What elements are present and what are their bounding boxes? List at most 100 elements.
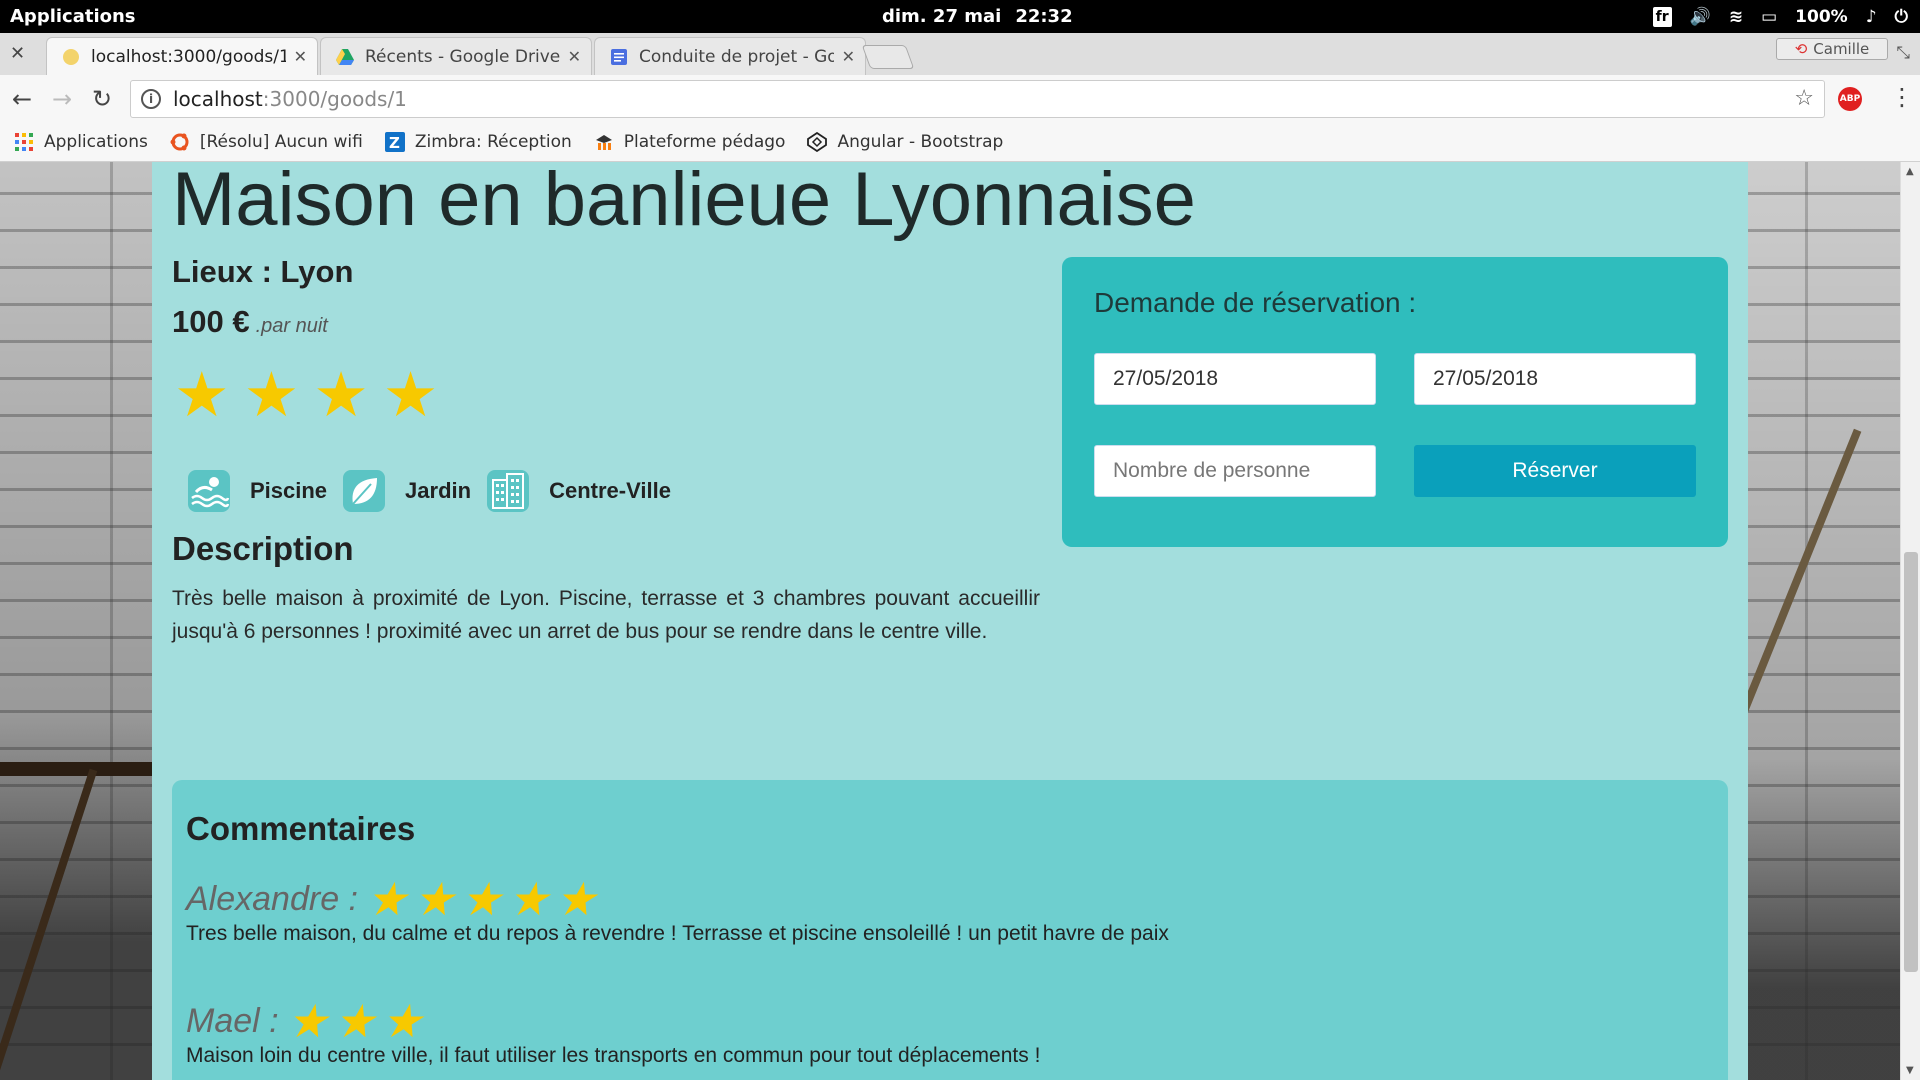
- browser-menu-icon[interactable]: ⋮: [1890, 83, 1914, 111]
- page-viewport: Maison en banlieue Lyonnaise Lieux : Lyo…: [0, 162, 1900, 1080]
- tab-title: localhost:3000/goods/1: [91, 46, 286, 67]
- price-amount: 100 €: [172, 304, 250, 339]
- svg-text:Z: Z: [389, 134, 400, 152]
- amenities-list: Piscine Jardin Centre-Ville: [188, 470, 687, 512]
- system-top-bar: Applications dim. 27 mai 22:32 fr 🔊 ≋ ▭ 1…: [0, 0, 1920, 33]
- bookmark-label: Zimbra: Réception: [414, 132, 572, 152]
- browser-tab-strip: ✕ localhost:3000/goods/1 ✕ Récents - Goo…: [0, 33, 1920, 75]
- bookmark-label: [Résolu] Aucun wifi: [199, 132, 363, 152]
- browser-toolbar: ← → ↻ i localhost:3000/goods/1 ☆ ABP ⋮: [0, 75, 1920, 123]
- star-icon: ★: [507, 873, 549, 925]
- amenity-label: Centre-Ville: [549, 478, 671, 503]
- google-docs-icon: [611, 48, 627, 65]
- restore-window-icon[interactable]: ⤡: [1896, 43, 1910, 63]
- system-date: dim. 27 mai: [882, 6, 1002, 27]
- listing-price: 100 € .par nuit: [172, 304, 328, 340]
- zimbra-icon: Z: [384, 132, 405, 152]
- comment-author: Mael : ★ ★ ★: [186, 998, 422, 1044]
- comment-author-name: Alexandre :: [186, 879, 358, 918]
- star-icon: ★: [333, 995, 376, 1047]
- adblock-plus-icon[interactable]: ABP: [1838, 87, 1862, 111]
- comment-author: Alexandre : ★ ★ ★ ★ ★: [186, 876, 596, 922]
- bookmark-resolu-wifi[interactable]: [Résolu] Aucun wifi: [170, 132, 363, 152]
- close-tab-icon[interactable]: ✕: [294, 47, 307, 66]
- reservation-form: Demande de réservation : 27/05/2018 27/0…: [1062, 257, 1728, 547]
- comment-text: Tres belle maison, du calme et du repos …: [186, 922, 1169, 945]
- price-unit: .par nuit: [255, 315, 328, 337]
- system-applications-menu[interactable]: Applications: [10, 6, 136, 27]
- bookmark-star-icon[interactable]: ☆: [1794, 88, 1814, 110]
- comments-section: Commentaires Alexandre : ★ ★ ★ ★ ★ Tres bell…: [172, 780, 1728, 1080]
- back-arrow-icon[interactable]: ←: [12, 85, 32, 113]
- power-icon[interactable]: ⏻: [1895, 7, 1908, 27]
- new-tab-button[interactable]: [861, 45, 915, 69]
- close-tab-icon[interactable]: ✕: [568, 47, 581, 66]
- background-shadow-right: [1740, 162, 1900, 1080]
- bookmarks-bar: Applications [Résolu] Aucun wifi Z Zimbr…: [0, 123, 1920, 162]
- bookmark-plateforme[interactable]: Plateforme pédago: [594, 132, 786, 152]
- system-clock[interactable]: dim. 27 mai 22:32: [882, 6, 1073, 27]
- profile-sync-icon: ⟲: [1794, 40, 1808, 58]
- forward-arrow-icon[interactable]: →: [52, 85, 72, 113]
- bookmark-zimbra[interactable]: Z Zimbra: Réception: [384, 132, 572, 152]
- star-icon: ★: [286, 995, 328, 1047]
- star-icon: ★: [174, 358, 230, 431]
- keyboard-layout-indicator[interactable]: fr: [1652, 6, 1672, 27]
- reserve-button[interactable]: Réserver: [1414, 445, 1696, 497]
- apps-grid-icon: [15, 133, 33, 151]
- amenity-label: Jardin: [405, 478, 472, 503]
- amenity-jardin: Jardin: [343, 470, 471, 512]
- battery-icon[interactable]: ▭: [1761, 7, 1777, 27]
- moodle-icon: [595, 135, 612, 150]
- address-bar[interactable]: i localhost:3000/goods/1 ☆: [130, 80, 1825, 118]
- profile-button[interactable]: ⟲ Camille: [1776, 38, 1888, 60]
- address-host: localhost: [173, 87, 263, 111]
- battery-level: 100%: [1795, 6, 1848, 27]
- star-icon: ★: [382, 358, 439, 431]
- people-count-input[interactable]: Nombre de personne: [1094, 445, 1376, 497]
- volume-icon[interactable]: 🔊: [1690, 7, 1711, 27]
- scrollbar-thumb[interactable]: [1904, 552, 1918, 972]
- close-window-icon[interactable]: ✕: [10, 43, 25, 64]
- scroll-up-arrow-icon[interactable]: ▲: [1906, 166, 1914, 177]
- leaf-icon: [343, 470, 386, 512]
- tab-title: Récents - Google Drive: [365, 46, 560, 67]
- tab-localhost[interactable]: localhost:3000/goods/1 ✕: [46, 37, 318, 75]
- tab-google-docs[interactable]: Conduite de projet - Go ✕: [594, 37, 866, 75]
- background-shadow-left: [0, 162, 152, 1080]
- ubuntu-icon: [170, 133, 189, 151]
- google-drive-icon: [336, 48, 354, 65]
- star-icon: ★: [313, 358, 369, 431]
- bookmark-applications[interactable]: Applications: [14, 132, 148, 152]
- tab-title: Conduite de projet - Go: [639, 46, 834, 67]
- background-table: [0, 762, 152, 776]
- description-heading: Description: [172, 530, 354, 567]
- profile-name: Camille: [1813, 40, 1870, 58]
- bookmark-angular-bootstrap[interactable]: Angular - Bootstrap: [807, 132, 1003, 152]
- page-scrollbar[interactable]: ▲ ▼: [1900, 162, 1920, 1080]
- listing-panel: Maison en banlieue Lyonnaise Lieux : Lyo…: [152, 162, 1748, 1080]
- system-time: 22:32: [1015, 6, 1073, 27]
- star-icon: ★: [366, 873, 408, 925]
- comment-text: Maison loin du centre ville, il faut uti…: [186, 1044, 1041, 1067]
- close-tab-icon[interactable]: ✕: [842, 47, 855, 66]
- pool-icon: [188, 470, 230, 512]
- address-path: :3000/goods/1: [262, 87, 407, 111]
- star-icon: ★: [555, 873, 597, 925]
- bookmark-label: Plateforme pédago: [623, 132, 786, 152]
- site-info-icon[interactable]: i: [141, 89, 161, 109]
- star-icon: ★: [460, 873, 502, 925]
- comment-rating: ★ ★ ★: [287, 998, 423, 1044]
- end-date-input[interactable]: 27/05/2018: [1414, 353, 1696, 405]
- reload-icon[interactable]: ↻: [92, 85, 112, 113]
- wifi-icon[interactable]: ≋: [1729, 7, 1743, 27]
- listing-location: Lieux : Lyon: [172, 254, 354, 289]
- notification-bell-icon[interactable]: ♪: [1866, 7, 1877, 27]
- tab-google-drive[interactable]: Récents - Google Drive ✕: [320, 37, 592, 75]
- star-icon: ★: [413, 873, 455, 925]
- start-date-input[interactable]: 27/05/2018: [1094, 353, 1376, 405]
- star-icon: ★: [381, 995, 423, 1047]
- bookmark-label: Angular - Bootstrap: [837, 132, 1004, 152]
- scroll-down-arrow-icon[interactable]: ▼: [1906, 1065, 1914, 1076]
- listing-rating: ★ ★ ★ ★: [174, 364, 438, 426]
